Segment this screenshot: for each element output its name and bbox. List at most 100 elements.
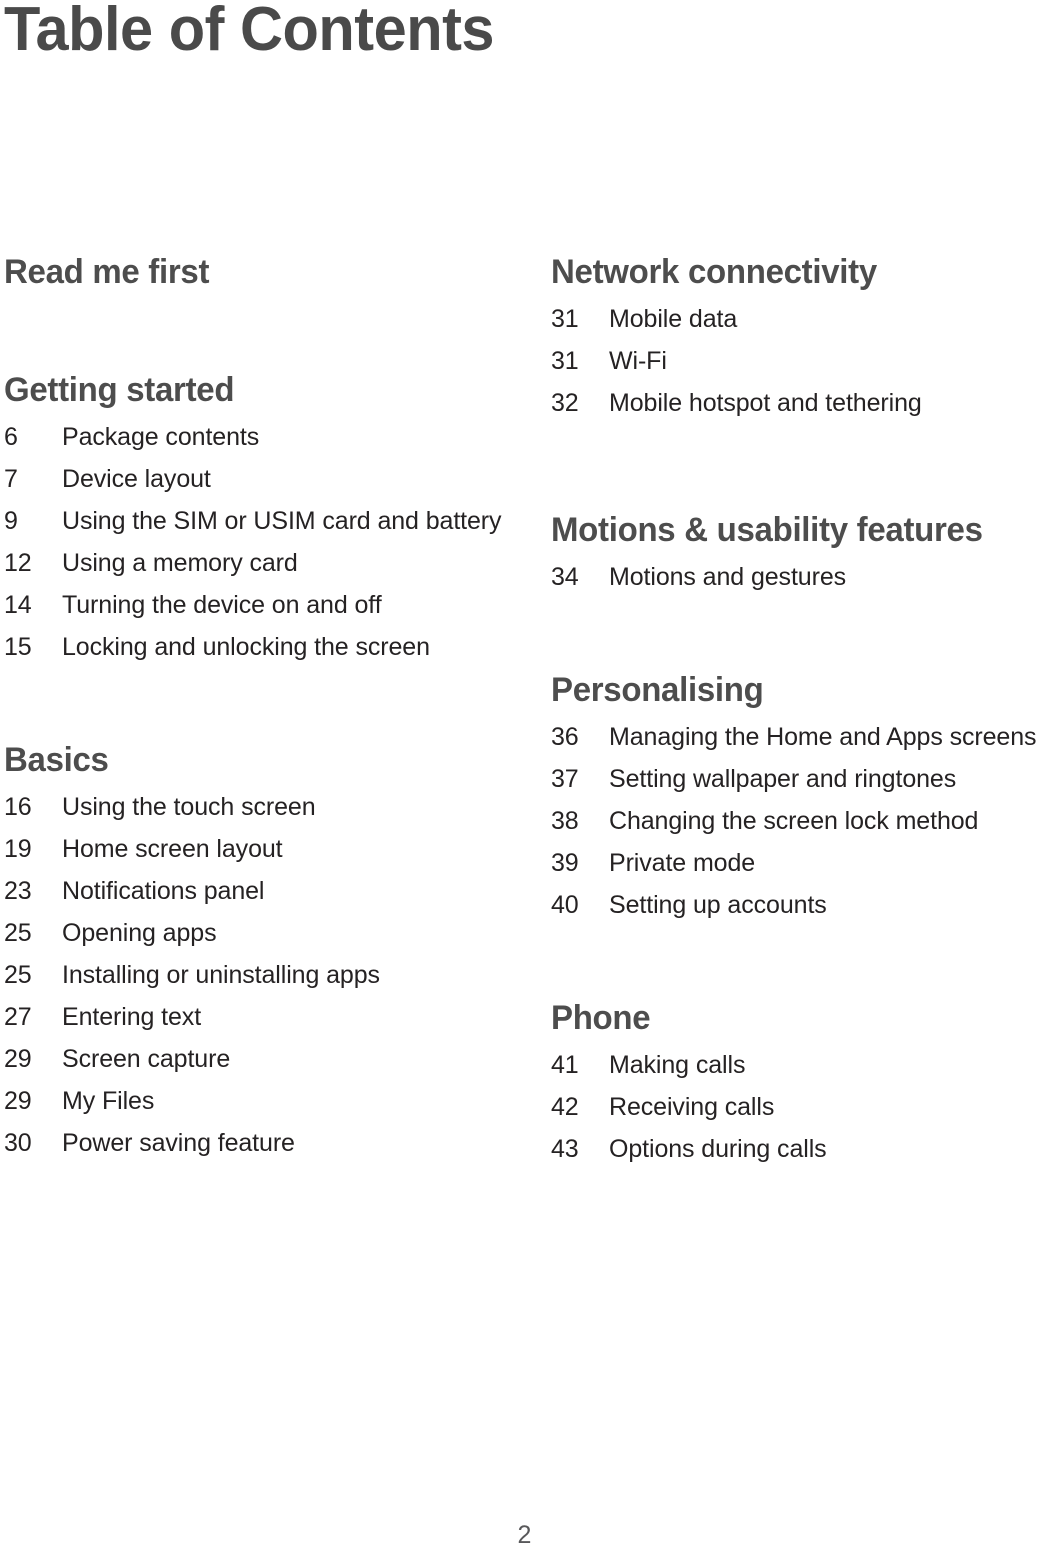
toc-entry-title: Locking and unlocking the screen xyxy=(62,633,430,661)
toc-section-basics: Basics 16 Using the touch screen 19 Home scr… xyxy=(4,740,504,1164)
toc-entry-page-number: 41 xyxy=(551,1051,579,1079)
toc-entry-title: Options during calls xyxy=(609,1135,827,1163)
toc-entry[interactable]: 25 Opening apps xyxy=(4,912,504,954)
toc-entry-page-number: 36 xyxy=(551,723,579,751)
toc-entry[interactable]: 41 Making calls xyxy=(551,1044,1049,1086)
toc-entry-title: Making calls xyxy=(609,1051,746,1079)
toc-entry-page-number: 12 xyxy=(4,549,32,577)
toc-column-left: Read me first Getting started 6 Package con… xyxy=(4,252,504,1164)
toc-section-phone: Phone 41 Making calls 42 Receiving calls 43 Op… xyxy=(551,998,1049,1170)
toc-entry-title: Screen capture xyxy=(62,1045,231,1073)
toc-entry-title: Entering text xyxy=(62,1003,202,1031)
toc-entry-page-number: 19 xyxy=(4,835,32,863)
toc-entry-title: Motions and gestures xyxy=(609,563,847,591)
toc-entry-title: Device layout xyxy=(62,465,211,493)
toc-entry[interactable]: 40 Setting up accounts xyxy=(551,884,1049,926)
toc-entry-title: Home screen layout xyxy=(62,835,283,863)
toc-entry-title: Package contents xyxy=(62,423,260,451)
toc-entry-page-number: 31 xyxy=(551,305,579,333)
toc-entry-title: Notifications panel xyxy=(62,877,265,905)
toc-entry-page-number: 25 xyxy=(4,961,32,989)
toc-entry-page-number: 42 xyxy=(551,1093,579,1121)
toc-entry[interactable]: 9 Using the SIM or USIM card and battery xyxy=(4,500,504,542)
section-heading[interactable]: Getting started xyxy=(4,370,489,410)
toc-section-getting-started: Getting started 6 Package contents 7 Device … xyxy=(4,370,504,668)
toc-entry-page-number: 7 xyxy=(4,465,18,493)
toc-entry[interactable]: 38 Changing the screen lock method xyxy=(551,800,1049,842)
toc-column-right: Network connectivity 31 Mobile data 31 Wi-Fi… xyxy=(551,252,1049,1170)
footer-page-number: 2 xyxy=(517,1521,532,1549)
toc-entry[interactable]: 12 Using a memory card xyxy=(4,542,504,584)
toc-entry-list: 36 Managing the Home and Apps screens 37 Se… xyxy=(551,716,1049,926)
toc-entry-title: Changing the screen lock method xyxy=(609,807,979,835)
toc-entry[interactable]: 7 Device layout xyxy=(4,458,504,500)
toc-entry-list: 41 Making calls 42 Receiving calls 43 Options… xyxy=(551,1044,1049,1170)
section-heading[interactable]: Personalising xyxy=(551,670,1034,710)
toc-entry[interactable]: 37 Setting wallpaper and ringtones xyxy=(551,758,1049,800)
toc-entry[interactable]: 27 Entering text xyxy=(4,996,504,1038)
toc-entry-title: Managing the Home and Apps screens xyxy=(609,723,1037,751)
section-heading[interactable]: Motions & usability features xyxy=(551,510,1034,550)
toc-entry[interactable]: 30 Power saving feature xyxy=(4,1122,504,1164)
toc-entry-page-number: 30 xyxy=(4,1129,32,1157)
toc-section-personalising: Personalising 36 Managing the Home and App… xyxy=(551,670,1049,926)
toc-entry-title: My Files xyxy=(62,1087,155,1115)
toc-entry[interactable]: 19 Home screen layout xyxy=(4,828,504,870)
toc-entry[interactable]: 34 Motions and gestures xyxy=(551,556,1049,598)
section-heading[interactable]: Read me first xyxy=(4,252,489,292)
toc-entry-title: Using the touch screen xyxy=(62,793,316,821)
toc-entry-title: Setting wallpaper and ringtones xyxy=(609,765,957,793)
toc-entry[interactable]: 36 Managing the Home and Apps screens xyxy=(551,716,1049,758)
toc-entry-list: 16 Using the touch screen 19 Home screen la… xyxy=(4,786,504,1164)
toc-entry-title: Installing or uninstalling apps xyxy=(62,961,380,989)
toc-entry[interactable]: 31 Wi-Fi xyxy=(551,340,1049,382)
toc-entry-page-number: 31 xyxy=(551,347,579,375)
toc-entry-page-number: 6 xyxy=(4,423,18,451)
toc-entry[interactable]: 31 Mobile data xyxy=(551,298,1049,340)
toc-entry-title: Using the SIM or USIM card and battery xyxy=(62,507,502,535)
toc-entry-page-number: 38 xyxy=(551,807,579,835)
section-heading[interactable]: Basics xyxy=(4,740,489,780)
toc-entry-title: Turning the device on and off xyxy=(62,591,382,619)
toc-entry-page-number: 14 xyxy=(4,591,32,619)
toc-entry-page-number: 16 xyxy=(4,793,32,821)
toc-entry[interactable]: 42 Receiving calls xyxy=(551,1086,1049,1128)
toc-entry[interactable]: 14 Turning the device on and off xyxy=(4,584,504,626)
toc-section-read-me-first: Read me first xyxy=(4,252,504,298)
toc-entry[interactable]: 32 Mobile hotspot and tethering xyxy=(551,382,1049,424)
toc-entry[interactable]: 23 Notifications panel xyxy=(4,870,504,912)
toc-entry-page-number: 9 xyxy=(4,507,18,535)
section-heading[interactable]: Phone xyxy=(551,998,1034,1038)
section-heading[interactable]: Network connectivity xyxy=(551,252,1034,292)
toc-entry[interactable]: 6 Package contents xyxy=(4,416,504,458)
toc-entry[interactable]: 39 Private mode xyxy=(551,842,1049,884)
toc-page: Table of Contents Read me first Getting s… xyxy=(0,0,1049,1562)
toc-entry-page-number: 25 xyxy=(4,919,32,947)
toc-entry-page-number: 29 xyxy=(4,1045,32,1073)
toc-entry[interactable]: 29 My Files xyxy=(4,1080,504,1122)
toc-entry-page-number: 40 xyxy=(551,891,579,919)
toc-entry-page-number: 27 xyxy=(4,1003,32,1031)
toc-entry-title: Private mode xyxy=(609,849,756,877)
toc-entry[interactable]: 15 Locking and unlocking the screen xyxy=(4,626,504,668)
toc-entry-title: Opening apps xyxy=(62,919,217,947)
toc-entry-title: Receiving calls xyxy=(609,1093,775,1121)
toc-section-motions-usability-features: Motions & usability features 34 Motions an… xyxy=(551,510,1049,598)
toc-entry[interactable]: 29 Screen capture xyxy=(4,1038,504,1080)
toc-entry-page-number: 32 xyxy=(551,389,579,417)
toc-entry-title: Power saving feature xyxy=(62,1129,295,1157)
toc-entry[interactable]: 25 Installing or uninstalling apps xyxy=(4,954,504,996)
toc-entry-title: Mobile data xyxy=(609,305,738,333)
toc-entry-page-number: 37 xyxy=(551,765,579,793)
toc-entry[interactable]: 43 Options during calls xyxy=(551,1128,1049,1170)
toc-entry[interactable]: 16 Using the touch screen xyxy=(4,786,504,828)
toc-entry-page-number: 23 xyxy=(4,877,32,905)
toc-entry-list: 34 Motions and gestures xyxy=(551,556,1049,598)
toc-entry-page-number: 39 xyxy=(551,849,579,877)
toc-entry-list: 6 Package contents 7 Device layout 9 Using th… xyxy=(4,416,504,668)
toc-entry-list: 31 Mobile data 31 Wi-Fi 32 Mobile hotspot and… xyxy=(551,298,1049,424)
